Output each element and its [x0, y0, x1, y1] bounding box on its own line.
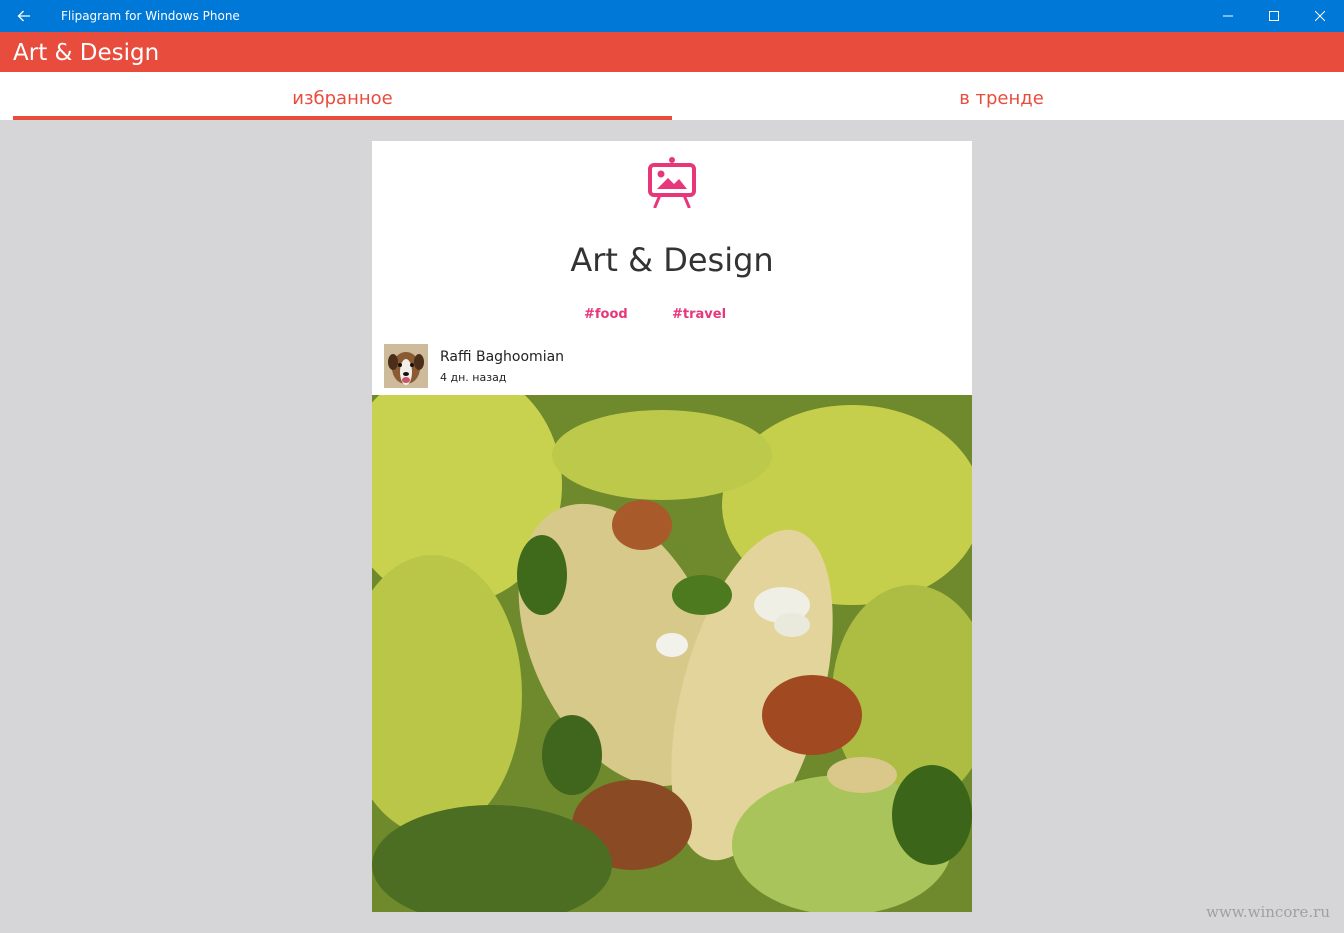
tab-favorites[interactable]: избранное [13, 72, 672, 120]
app-header: Art & Design [0, 32, 1344, 72]
avatar[interactable] [384, 344, 428, 388]
post-timestamp: 4 дн. назад [440, 371, 507, 384]
back-button[interactable] [0, 0, 48, 32]
back-arrow-icon [17, 10, 30, 22]
close-button[interactable] [1297, 0, 1343, 32]
watermark: www.wincore.ru [1206, 903, 1330, 921]
hashtag-food[interactable]: #food [584, 307, 628, 322]
pivot-tabs: избранное в тренде [0, 72, 1344, 120]
hashtag-travel[interactable]: #travel [672, 307, 726, 322]
maximize-button[interactable] [1251, 0, 1297, 32]
minimize-button[interactable] [1205, 0, 1251, 32]
post-author[interactable]: Raffi Baghoomian [440, 349, 564, 365]
window-titlebar: Flipagram for Windows Phone [0, 0, 1344, 32]
close-icon [1315, 11, 1325, 21]
selected-tab-indicator [13, 116, 672, 120]
minimize-icon [1223, 15, 1233, 17]
collection-title: Art & Design [570, 241, 774, 279]
maximize-icon [1269, 11, 1279, 21]
tab-trending[interactable]: в тренде [672, 72, 1331, 120]
post-photo[interactable] [372, 395, 972, 912]
window-title: Flipagram for Windows Phone [61, 9, 240, 23]
easel-picture-icon [648, 157, 696, 208]
collection-card: Art & Design #food #travel Raffi Baghoom… [372, 141, 972, 912]
page-title: Art & Design [13, 40, 160, 66]
